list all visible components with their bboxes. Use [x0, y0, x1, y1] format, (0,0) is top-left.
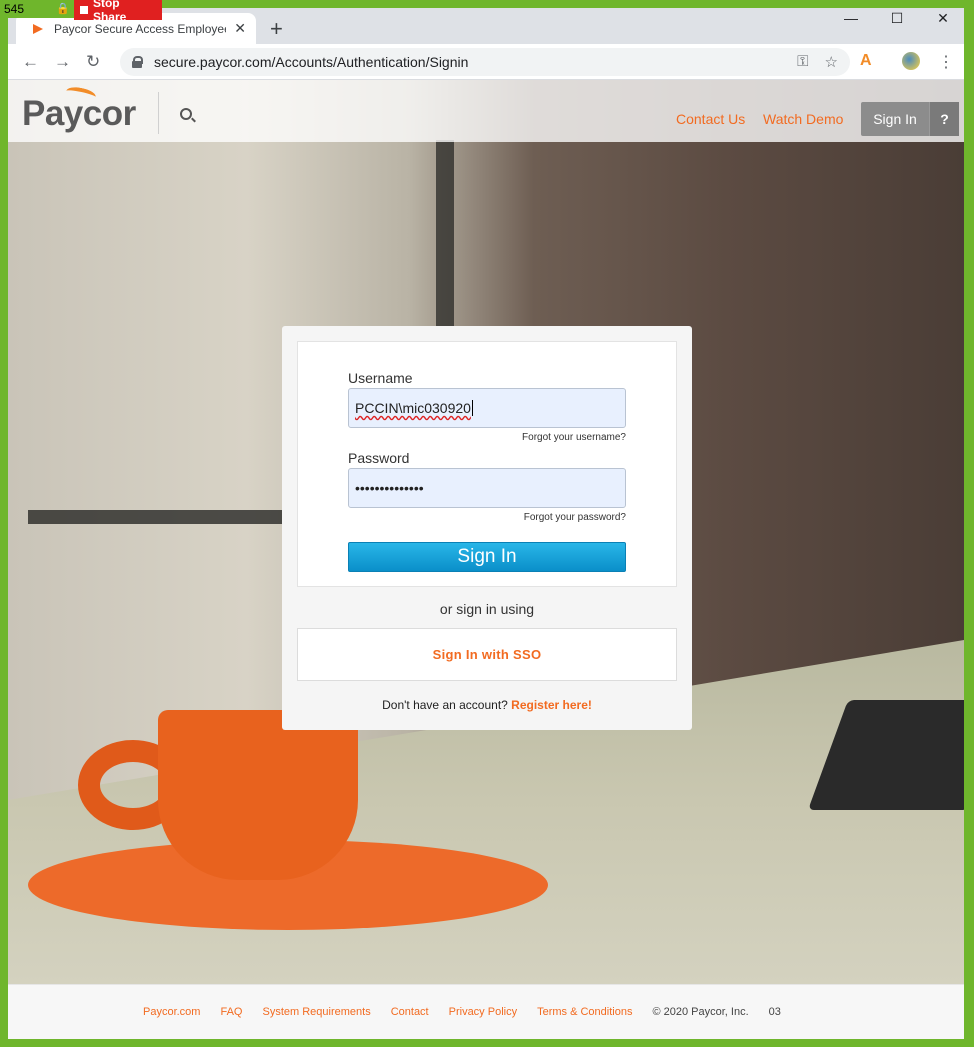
stop-share-button[interactable]: Stop Share: [74, 0, 162, 24]
login-form: Username PCCIN\mic030920 Forgot your use…: [297, 341, 677, 587]
register-prompt: Don't have an account? Register here!: [282, 698, 692, 712]
footer-code: 03: [768, 1006, 781, 1018]
site-header: Paycor Contact Us Watch Demo Sign In ?: [8, 80, 964, 142]
register-prompt-text: Don't have an account?: [382, 698, 508, 712]
secure-lock-icon[interactable]: [132, 56, 143, 68]
coffee-cup-image: [158, 710, 358, 880]
search-icon[interactable]: [180, 108, 192, 120]
minimize-button[interactable]: —: [831, 10, 871, 26]
new-tab-button[interactable]: +: [270, 16, 283, 42]
footer-copyright: © 2020 Paycor, Inc.: [652, 1006, 749, 1018]
paycor-favicon-icon: [32, 22, 46, 36]
footer-link-faq[interactable]: FAQ: [220, 1006, 242, 1018]
share-session-text: 545: [4, 2, 25, 16]
extension-a-icon[interactable]: A: [860, 52, 872, 70]
forgot-username-link[interactable]: Forgot your username?: [522, 432, 626, 443]
footer-link-contact[interactable]: Contact: [391, 1006, 429, 1018]
browser-window: Paycor Secure Access Employee ✕ + — ☐ ✕ …: [8, 8, 964, 1039]
footer-link-paycor[interactable]: Paycor.com: [143, 1006, 200, 1018]
username-field[interactable]: PCCIN\mic030920: [348, 388, 626, 428]
contact-us-link[interactable]: Contact Us: [676, 111, 745, 127]
share-indicator: 545 🔒: [0, 0, 74, 18]
username-value: PCCIN\mic030920: [355, 400, 471, 416]
url-text[interactable]: secure.paycor.com/Accounts/Authenticatio…: [154, 54, 797, 70]
maximize-button[interactable]: ☐: [877, 10, 917, 27]
footer-link-privacy[interactable]: Privacy Policy: [449, 1006, 517, 1018]
stop-icon: [80, 6, 88, 14]
browser-toolbar: ← → ↻ secure.paycor.com/Accounts/Authent…: [8, 44, 964, 80]
back-button[interactable]: ←: [22, 52, 39, 72]
sign-in-button[interactable]: Sign In: [348, 542, 626, 572]
paycor-logo[interactable]: Paycor: [22, 94, 136, 134]
header-divider: [158, 92, 159, 134]
footer-link-system-requirements[interactable]: System Requirements: [262, 1006, 370, 1018]
lock-icon: 🔒: [56, 3, 70, 15]
stop-share-label: Stop Share: [92, 0, 127, 24]
reload-button[interactable]: ↻: [86, 52, 100, 72]
username-label: Username: [348, 370, 413, 386]
password-value: ••••••••••••••: [355, 480, 424, 496]
bookmark-star-icon[interactable]: ☆: [825, 53, 838, 71]
footer-link-terms[interactable]: Terms & Conditions: [537, 1006, 632, 1018]
password-label: Password: [348, 450, 410, 466]
text-caret: [471, 400, 473, 416]
key-icon[interactable]: ⚿: [797, 53, 808, 71]
forgot-password-link[interactable]: Forgot your password?: [524, 512, 626, 523]
register-link[interactable]: Register here!: [511, 698, 592, 712]
chrome-menu-icon[interactable]: ⋮: [938, 52, 954, 72]
password-field[interactable]: ••••••••••••••: [348, 468, 626, 508]
site-footer: Paycor.com FAQ System Requirements Conta…: [8, 984, 964, 1039]
sso-sign-in-button[interactable]: Sign In with SSO: [297, 628, 677, 681]
login-card: Username PCCIN\mic030920 Forgot your use…: [282, 326, 692, 730]
header-sign-in-button[interactable]: Sign In: [861, 102, 929, 136]
forward-button[interactable]: →: [54, 52, 71, 72]
tab-close-icon[interactable]: ✕: [234, 20, 246, 37]
close-window-button[interactable]: ✕: [923, 10, 963, 27]
page-background: Paycor Contact Us Watch Demo Sign In ? U…: [8, 80, 964, 1039]
address-bar[interactable]: secure.paycor.com/Accounts/Authenticatio…: [120, 48, 850, 76]
or-sign-in-text: or sign in using: [439, 601, 535, 617]
profile-avatar-icon[interactable]: [902, 52, 920, 70]
watch-demo-link[interactable]: Watch Demo: [763, 111, 843, 127]
help-button[interactable]: ?: [929, 102, 959, 136]
